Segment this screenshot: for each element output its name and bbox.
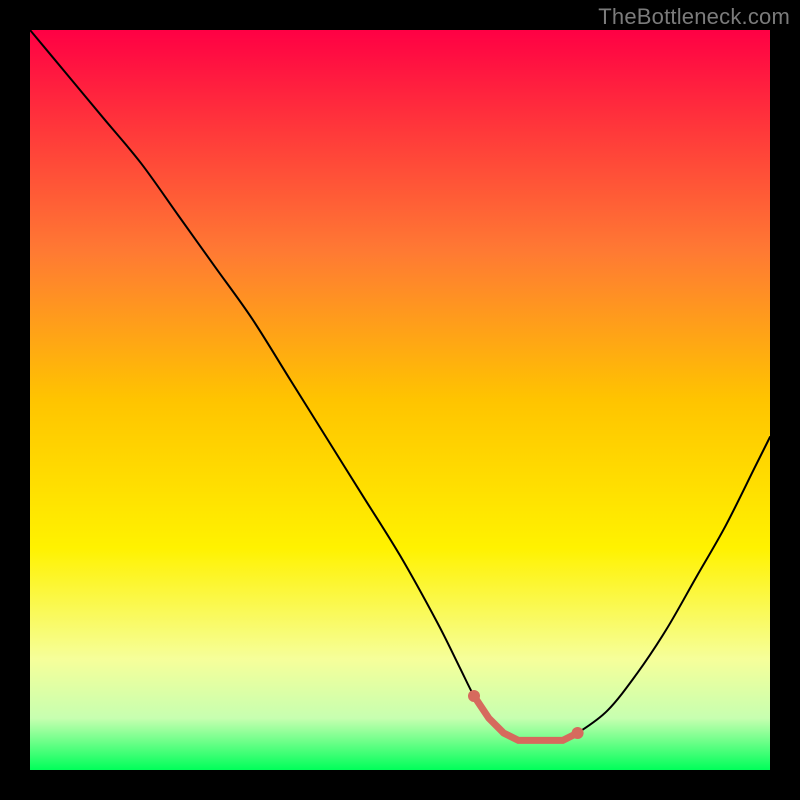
watermark-attribution: TheBottleneck.com [598,4,790,30]
gradient-background [30,30,770,770]
sweet-spot-dot [572,727,584,739]
bottleneck-curve-plot [30,30,770,770]
chart-container: TheBottleneck.com [0,0,800,800]
sweet-spot-dot [468,690,480,702]
